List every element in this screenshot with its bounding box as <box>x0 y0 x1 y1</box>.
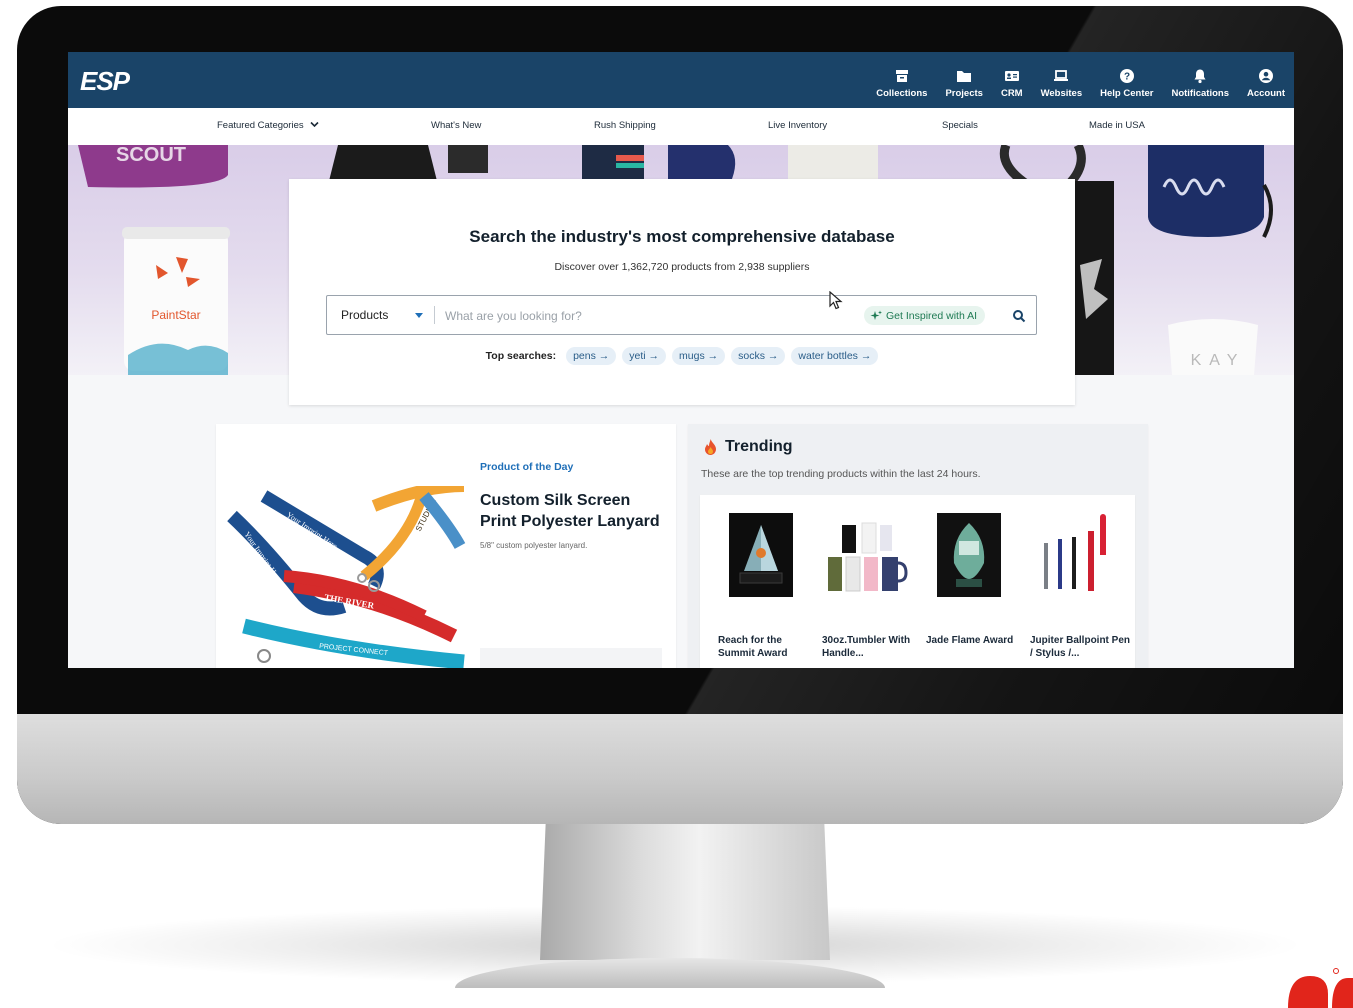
top-search-chip[interactable]: mugs → <box>672 347 726 365</box>
cat-rush-shipping[interactable]: Rush Shipping <box>594 120 656 131</box>
nav-account[interactable]: Account <box>1238 52 1294 108</box>
trending-card: Trending These are the top trending prod… <box>688 424 1148 668</box>
kay-bottle-text: KAY <box>1191 352 1246 369</box>
screen: ESP Collections Projects CRM Websites ? … <box>68 52 1294 668</box>
nav-crm[interactable]: CRM <box>992 52 1032 108</box>
search-input[interactable] <box>443 304 737 328</box>
top-nav-icons: Collections Projects CRM Websites ? Help… <box>867 52 1294 108</box>
product-of-the-day-card[interactable]: Your Imprint Here Your Imprint Here STUD… <box>216 424 676 668</box>
sparkle-icon <box>870 310 882 320</box>
corner-brand-logo <box>1288 968 1353 1008</box>
search-icon[interactable] <box>1011 308 1027 324</box>
fire-icon <box>705 439 716 455</box>
top-search-chip[interactable]: water bottles → <box>791 347 879 365</box>
cat-featured-label: Featured Categories <box>217 120 304 131</box>
lanyard-product-image[interactable]: Your Imprint Here Your Imprint Here STUD… <box>224 486 469 668</box>
mouse-cursor-icon <box>829 291 843 310</box>
top-searches: Top searches: pens → yeti → mugs → socks… <box>289 347 1075 365</box>
archive-icon <box>895 69 908 82</box>
search-title: Search the industry's most comprehensive… <box>469 227 895 246</box>
trending-title: Trending <box>725 438 793 455</box>
esp-logo[interactable]: ESP <box>80 66 130 97</box>
trending-product-name[interactable]: Jade Flame Award <box>926 634 1026 647</box>
cat-featured-categories[interactable]: Featured Categories <box>217 120 319 131</box>
chevron-down-icon <box>310 121 319 128</box>
product-description: 5/8" custom polyester lanyard. <box>480 541 588 550</box>
cat-live-inventory[interactable]: Live Inventory <box>768 120 827 131</box>
search-card: Search the industry's most comprehensive… <box>289 179 1075 405</box>
category-navbar: Featured Categories What's New Rush Ship… <box>68 108 1294 146</box>
trending-product-name[interactable]: Jupiter Ballpoint Pen / Stylus /... <box>1030 634 1130 660</box>
nav-websites-label: Websites <box>1040 87 1083 99</box>
folder-icon <box>957 70 972 82</box>
trending-products-panel: Reach for the Summit Award 30oz.Tumbler … <box>700 495 1135 668</box>
trending-product-name[interactable]: Reach for the Summit Award <box>718 634 818 660</box>
cat-whats-new[interactable]: What's New <box>431 120 481 131</box>
nav-help-center-label: Help Center <box>1100 87 1154 99</box>
svg-text:SCOUT: SCOUT <box>116 145 186 166</box>
top-searches-label: Top searches: <box>485 350 557 362</box>
ai-button-label: Get Inspired with AI <box>886 309 978 322</box>
get-inspired-ai-button[interactable]: Get Inspired with AI <box>864 306 986 325</box>
search-subtitle: Discover over 1,362,720 products from 2,… <box>554 261 810 273</box>
paintstar-brand-text: PaintStar <box>151 308 200 322</box>
nav-account-label: Account <box>1247 87 1285 99</box>
monitor-chin <box>17 714 1343 824</box>
nav-projects-label: Projects <box>945 87 983 99</box>
cat-made-in-usa[interactable]: Made in USA <box>1089 120 1145 131</box>
nav-collections-label: Collections <box>876 87 928 99</box>
laptop-icon <box>1054 69 1069 81</box>
trending-product-name[interactable]: 30oz.Tumbler With Handle... <box>822 634 922 660</box>
nav-websites[interactable]: Websites <box>1032 52 1092 108</box>
svg-text:?: ? <box>1124 71 1130 82</box>
search-divider <box>434 306 435 324</box>
nav-collections[interactable]: Collections <box>867 52 936 108</box>
caret-down-icon[interactable] <box>415 313 423 318</box>
nav-notifications-label: Notifications <box>1171 87 1229 99</box>
top-search-chip[interactable]: pens → <box>566 347 617 365</box>
search-box: Products Get Inspired with AI <box>326 295 1037 335</box>
cat-specials[interactable]: Specials <box>942 120 978 131</box>
help-icon: ? <box>1119 68 1134 83</box>
trending-header: Trending <box>704 438 793 456</box>
nav-projects[interactable]: Projects <box>936 52 992 108</box>
user-circle-icon <box>1259 68 1273 83</box>
summit-award-image[interactable] <box>718 513 818 599</box>
nav-help-center[interactable]: ? Help Center <box>1091 52 1162 108</box>
top-navbar: ESP Collections Projects CRM Websites ? … <box>68 52 1294 108</box>
ballpoint-pen-image[interactable] <box>1030 513 1130 599</box>
nav-notifications[interactable]: Notifications <box>1162 52 1238 108</box>
tumbler-image[interactable] <box>822 513 922 599</box>
product-action-placeholder <box>480 648 662 668</box>
search-scope-select[interactable]: Products <box>341 308 388 322</box>
product-of-the-day-label: Product of the Day <box>480 461 574 473</box>
monitor-stand-neck <box>540 820 830 960</box>
jade-award-image[interactable] <box>926 513 1026 599</box>
top-search-chip[interactable]: socks → <box>731 347 786 365</box>
product-title[interactable]: Custom Silk Screen Print Polyester Lanya… <box>480 490 670 532</box>
nav-crm-label: CRM <box>1000 87 1023 99</box>
trending-subtitle: These are the top trending products with… <box>701 468 981 480</box>
top-search-chip[interactable]: yeti → <box>622 347 667 365</box>
bell-icon <box>1194 69 1206 83</box>
contact-card-icon <box>1004 70 1019 81</box>
